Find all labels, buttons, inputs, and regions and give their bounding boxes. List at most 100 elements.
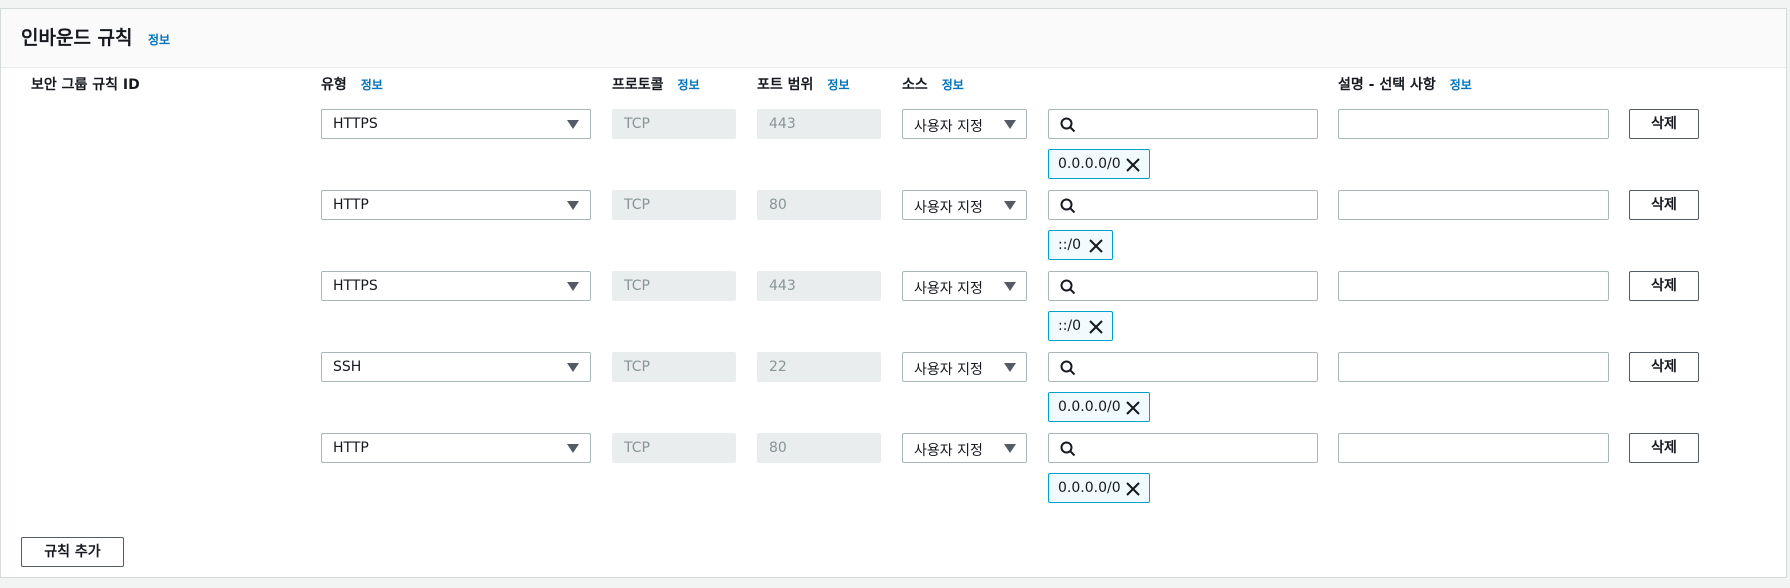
cidr-token: 0.0.0.0/0 <box>1048 392 1150 422</box>
caret-down-icon <box>567 363 579 372</box>
close-icon[interactable] <box>1125 157 1141 173</box>
column-rule-id-label: 보안 그룹 규칙 ID <box>31 77 140 93</box>
column-rule-id: 보안 그룹 규칙 ID <box>31 74 140 94</box>
delete-rule-button[interactable]: 삭제 <box>1629 433 1699 463</box>
caret-down-icon <box>567 444 579 453</box>
column-description: 설명 - 선택 사항 정보 <box>1338 74 1472 94</box>
caret-down-icon <box>1004 363 1016 372</box>
close-icon[interactable] <box>1088 319 1104 335</box>
search-icon <box>1060 441 1076 457</box>
column-protocol-label: 프로토콜 <box>612 77 664 93</box>
close-icon[interactable] <box>1125 400 1141 416</box>
source-info-link[interactable]: 정보 <box>942 78 964 92</box>
port-range-field: 443 <box>757 271 881 301</box>
caret-down-icon <box>567 282 579 291</box>
close-icon[interactable] <box>1088 238 1104 254</box>
protocol-value: TCP <box>624 197 650 213</box>
column-protocol: 프로토콜 정보 <box>612 74 700 94</box>
port-range-info-link[interactable]: 정보 <box>827 78 849 92</box>
delete-rule-button[interactable]: 삭제 <box>1629 109 1699 139</box>
source-type-select[interactable]: 사용자 지정 <box>902 271 1027 301</box>
type-select-value: HTTP <box>333 197 369 213</box>
column-port-range-label: 포트 범위 <box>757 77 814 93</box>
search-icon <box>1060 117 1076 133</box>
protocol-value: TCP <box>624 278 650 294</box>
type-select[interactable]: HTTP <box>321 433 591 463</box>
column-type: 유형 정보 <box>321 74 383 94</box>
description-input[interactable] <box>1338 190 1609 220</box>
port-range-field: 80 <box>757 190 881 220</box>
column-type-label: 유형 <box>321 77 347 93</box>
source-type-value: 사용자 지정 <box>914 281 983 297</box>
search-icon <box>1060 279 1076 295</box>
header-info-link[interactable]: 정보 <box>148 31 170 48</box>
protocol-field: TCP <box>612 271 736 301</box>
close-icon[interactable] <box>1125 481 1141 497</box>
source-type-value: 사용자 지정 <box>914 119 983 135</box>
description-info-link[interactable]: 정보 <box>1450 78 1472 92</box>
caret-down-icon <box>567 201 579 210</box>
port-range-field: 80 <box>757 433 881 463</box>
port-range-value: 80 <box>769 197 787 213</box>
cidr-token-value: 0.0.0.0/0 <box>1058 399 1121 415</box>
source-search-input[interactable] <box>1048 433 1318 463</box>
source-type-value: 사용자 지정 <box>914 200 983 216</box>
column-source: 소스 정보 <box>902 74 964 94</box>
source-search-input[interactable] <box>1048 271 1318 301</box>
caret-down-icon <box>567 120 579 129</box>
type-select[interactable]: HTTP <box>321 190 591 220</box>
cidr-token: 0.0.0.0/0 <box>1048 149 1150 179</box>
port-range-field: 22 <box>757 352 881 382</box>
port-range-value: 80 <box>769 440 787 456</box>
search-icon <box>1060 198 1076 214</box>
type-select-value: HTTPS <box>333 116 378 132</box>
port-range-field: 443 <box>757 109 881 139</box>
description-input[interactable] <box>1338 433 1609 463</box>
delete-rule-button[interactable]: 삭제 <box>1629 352 1699 382</box>
source-type-select[interactable]: 사용자 지정 <box>902 109 1027 139</box>
cidr-token: 0.0.0.0/0 <box>1048 473 1150 503</box>
source-type-select[interactable]: 사용자 지정 <box>902 352 1027 382</box>
protocol-field: TCP <box>612 109 736 139</box>
caret-down-icon <box>1004 120 1016 129</box>
cidr-token-value: 0.0.0.0/0 <box>1058 480 1121 496</box>
cidr-token-value: ::/0 <box>1058 237 1082 253</box>
cidr-token: ::/0 <box>1048 230 1113 260</box>
cidr-token-value: ::/0 <box>1058 318 1082 334</box>
delete-rule-button[interactable]: 삭제 <box>1629 190 1699 220</box>
caret-down-icon <box>1004 282 1016 291</box>
description-input[interactable] <box>1338 271 1609 301</box>
type-select-value: SSH <box>333 359 362 375</box>
caret-down-icon <box>1004 201 1016 210</box>
protocol-info-link[interactable]: 정보 <box>678 78 700 92</box>
type-select[interactable]: HTTPS <box>321 271 591 301</box>
port-range-value: 22 <box>769 359 787 375</box>
description-input[interactable] <box>1338 109 1609 139</box>
caret-down-icon <box>1004 444 1016 453</box>
protocol-value: TCP <box>624 116 650 132</box>
type-select[interactable]: HTTPS <box>321 109 591 139</box>
protocol-value: TCP <box>624 440 650 456</box>
protocol-field: TCP <box>612 433 736 463</box>
source-type-value: 사용자 지정 <box>914 362 983 378</box>
type-select[interactable]: SSH <box>321 352 591 382</box>
source-type-select[interactable]: 사용자 지정 <box>902 433 1027 463</box>
source-search-input[interactable] <box>1048 190 1318 220</box>
type-info-link[interactable]: 정보 <box>361 78 383 92</box>
protocol-value: TCP <box>624 359 650 375</box>
protocol-field: TCP <box>612 190 736 220</box>
delete-rule-button[interactable]: 삭제 <box>1629 271 1699 301</box>
source-search-input[interactable] <box>1048 109 1318 139</box>
source-type-select[interactable]: 사용자 지정 <box>902 190 1027 220</box>
inbound-rules-panel: 인바운드 규칙 정보 보안 그룹 규칙 ID 유형 정보 프로토콜 정보 포트 범위… <box>0 8 1787 578</box>
port-range-value: 443 <box>769 278 796 294</box>
page-title: 인바운드 규칙 <box>21 27 133 49</box>
cidr-token-value: 0.0.0.0/0 <box>1058 156 1121 172</box>
add-rule-button[interactable]: 규칙 추가 <box>21 537 124 567</box>
source-search-input[interactable] <box>1048 352 1318 382</box>
search-icon <box>1060 360 1076 376</box>
panel-header: 인바운드 규칙 정보 <box>1 9 1786 68</box>
source-type-value: 사용자 지정 <box>914 443 983 459</box>
description-input[interactable] <box>1338 352 1609 382</box>
type-select-value: HTTP <box>333 440 369 456</box>
